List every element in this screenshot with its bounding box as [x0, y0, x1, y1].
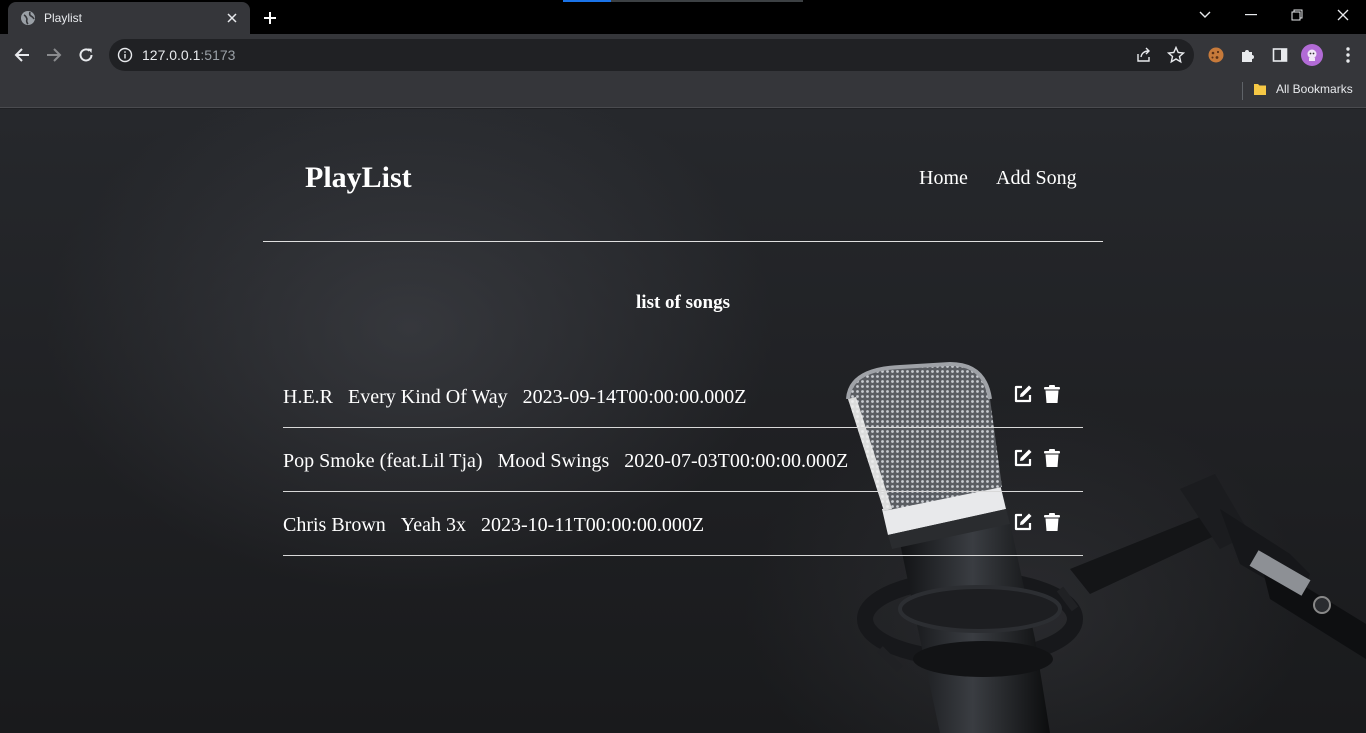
browser-tab-strip: Playlist — [0, 0, 1366, 34]
address-bar[interactable]: 127.0.0.1:5173 — [109, 39, 1194, 71]
song-info: H.E.R Every Kind Of Way 2023-09-14T00:00:0… — [283, 386, 747, 409]
song-row: H.E.R Every Kind Of Way 2023-09-14T00:00:0… — [283, 364, 1083, 428]
forward-arrow-icon[interactable] — [39, 40, 69, 70]
edit-icon[interactable] — [1013, 448, 1033, 468]
menu-kebab-icon[interactable] — [1338, 45, 1358, 65]
url-text[interactable]: 127.0.0.1:5173 — [142, 47, 235, 63]
loading-indicator — [563, 0, 803, 2]
extensions-puzzle-icon[interactable] — [1238, 45, 1258, 65]
browser-tab[interactable]: Playlist — [8, 2, 250, 34]
song-artist: Pop Smoke (feat.Lil Tja) — [283, 450, 483, 472]
tab-title: Playlist — [44, 11, 83, 25]
share-icon[interactable] — [1135, 46, 1153, 64]
row-actions — [1013, 384, 1062, 404]
song-title: Yeah 3x — [400, 514, 466, 536]
all-bookmarks-label: All Bookmarks — [1276, 82, 1353, 96]
song-title: Mood Swings — [497, 450, 610, 472]
minimize-icon[interactable] — [1228, 0, 1274, 30]
song-date: 2020-07-03T00:00:00.000Z — [624, 450, 849, 472]
edit-icon[interactable] — [1013, 384, 1033, 404]
all-bookmarks-button[interactable]: All Bookmarks — [1253, 82, 1353, 96]
trash-icon[interactable] — [1042, 512, 1062, 532]
song-artist: H.E.R — [283, 386, 333, 408]
song-title: Every Kind Of Way — [348, 386, 508, 408]
browser-toolbar: 127.0.0.1:5173 — [0, 34, 1366, 76]
page-viewport: PlayList Home Add Song list of songs H.E… — [0, 109, 1366, 733]
bookmarks-divider — [1242, 82, 1243, 100]
song-info: Pop Smoke (feat.Lil Tja) Mood Swings 2020-… — [283, 450, 848, 473]
side-panel-icon[interactable] — [1270, 45, 1290, 65]
nav-add-song-link[interactable]: Add Song — [996, 167, 1077, 190]
list-heading: list of songs — [636, 292, 730, 313]
globe-icon — [20, 10, 36, 26]
song-date: 2023-10-11T00:00:00.000Z — [481, 514, 705, 536]
star-icon[interactable] — [1166, 45, 1186, 64]
close-tab-icon[interactable] — [224, 10, 240, 26]
folder-icon — [1253, 82, 1267, 96]
song-info: Chris Brown Yeah 3x 2023-10-11T00:00:00.00… — [283, 514, 704, 537]
site-info-icon[interactable] — [117, 47, 133, 63]
song-row: Chris Brown Yeah 3x 2023-10-11T00:00:00.00… — [283, 492, 1083, 556]
song-date: 2023-09-14T00:00:00.000Z — [522, 386, 747, 408]
app-title: PlayList — [305, 161, 412, 194]
edit-icon[interactable] — [1013, 512, 1033, 532]
back-arrow-icon[interactable] — [7, 40, 37, 70]
song-list: H.E.R Every Kind Of Way 2023-09-14T00:00:0… — [283, 364, 1083, 556]
new-tab-button[interactable] — [259, 7, 281, 29]
cookie-extension-icon[interactable] — [1206, 45, 1226, 65]
trash-icon[interactable] — [1042, 384, 1062, 404]
nav-home-link[interactable]: Home — [919, 167, 968, 190]
song-artist: Chris Brown — [283, 514, 386, 536]
reload-icon[interactable] — [71, 40, 101, 70]
trash-icon[interactable] — [1042, 448, 1062, 468]
row-actions — [1013, 448, 1062, 468]
song-row: Pop Smoke (feat.Lil Tja) Mood Swings 2020-… — [283, 428, 1083, 492]
row-actions — [1013, 512, 1062, 532]
close-window-icon[interactable] — [1320, 0, 1366, 30]
profile-avatar[interactable] — [1301, 44, 1323, 66]
bookmarks-bar: All Bookmarks — [0, 76, 1366, 108]
restore-icon[interactable] — [1274, 0, 1320, 30]
header-divider — [263, 241, 1103, 242]
tab-search-icon[interactable] — [1182, 0, 1228, 30]
